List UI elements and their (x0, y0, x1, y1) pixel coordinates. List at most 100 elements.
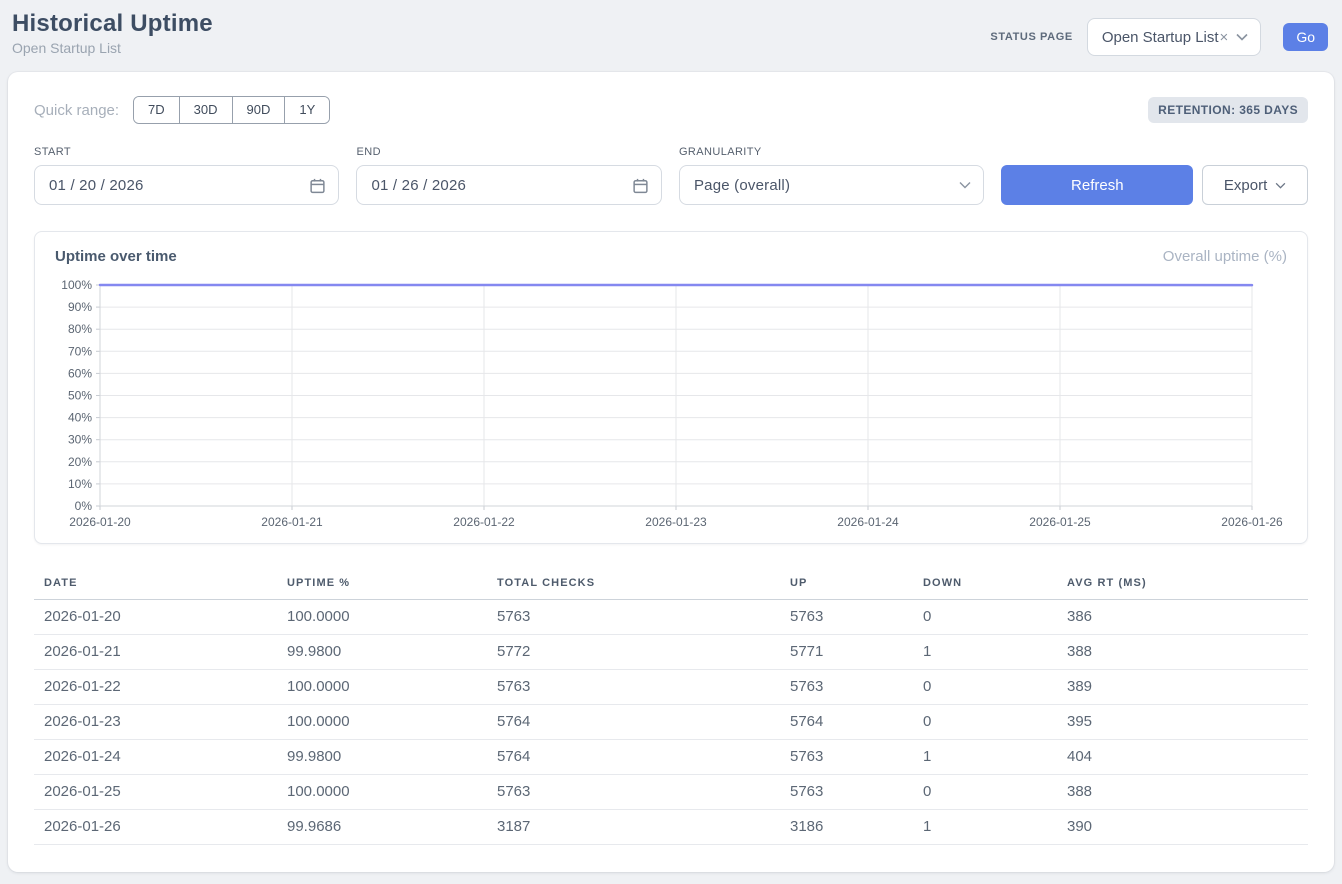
table-cell: 388 (1067, 775, 1308, 810)
quick-range-7d[interactable]: 7D (134, 97, 179, 123)
refresh-button[interactable]: Refresh (1001, 165, 1193, 205)
granularity-select[interactable]: Page (overall) (679, 165, 984, 205)
table-cell: 2026-01-23 (34, 705, 287, 740)
quick-range-row: Quick range: 7D30D90D1Y RETENTION: 365 D… (34, 96, 1308, 124)
table-cell: 2026-01-24 (34, 740, 287, 775)
column-header: DATE (34, 568, 287, 600)
quick-range-30d[interactable]: 30D (179, 97, 232, 123)
svg-text:2026-01-20: 2026-01-20 (69, 515, 131, 529)
chevron-down-icon (1275, 182, 1286, 189)
table-cell: 404 (1067, 740, 1308, 775)
filters-row: START 01 / 20 / 2026 END 01 / 26 / 2026 … (34, 146, 1308, 205)
start-date-input[interactable]: 01 / 20 / 2026 (34, 165, 339, 205)
chevron-down-icon (959, 181, 971, 189)
table-cell: 5764 (790, 705, 923, 740)
table-cell: 388 (1067, 635, 1308, 670)
header-right: STATUS PAGE Open Startup List × Go (990, 18, 1328, 56)
table-row: 2026-01-2499.9800576457631404 (34, 740, 1308, 775)
table-cell: 99.9800 (287, 740, 497, 775)
svg-text:60%: 60% (68, 366, 92, 380)
status-page-select[interactable]: Open Startup List × (1087, 18, 1262, 56)
chart-header: Uptime over time Overall uptime (%) (55, 248, 1287, 265)
main-card: Quick range: 7D30D90D1Y RETENTION: 365 D… (8, 72, 1334, 872)
table-row: 2026-01-20100.0000576357630386 (34, 600, 1308, 635)
table-cell: 100.0000 (287, 775, 497, 810)
uptime-table: DATEUPTIME %TOTAL CHECKSUPDOWNAVG RT (MS… (34, 568, 1308, 845)
table-cell: 5771 (790, 635, 923, 670)
column-header: UP (790, 568, 923, 600)
table-row: 2026-01-23100.0000576457640395 (34, 705, 1308, 740)
svg-text:10%: 10% (68, 477, 92, 491)
quick-range-90d[interactable]: 90D (232, 97, 285, 123)
export-label: Export (1224, 177, 1267, 194)
table-cell: 5763 (790, 600, 923, 635)
chevron-down-icon (1236, 33, 1248, 41)
svg-text:50%: 50% (68, 389, 92, 403)
granularity-label: GRANULARITY (679, 146, 984, 158)
table-cell: 1 (923, 635, 1067, 670)
status-page-label: STATUS PAGE (990, 31, 1072, 43)
table-cell: 1 (923, 810, 1067, 845)
start-date-field: START 01 / 20 / 2026 (34, 146, 339, 205)
svg-text:100%: 100% (61, 278, 92, 292)
title-block: Historical Uptime Open Startup List (12, 10, 213, 56)
chart-title: Uptime over time (55, 248, 177, 265)
column-header: TOTAL CHECKS (497, 568, 790, 600)
table-row: 2026-01-2199.9800577257711388 (34, 635, 1308, 670)
calendar-icon[interactable] (309, 177, 326, 194)
quick-range-left: Quick range: 7D30D90D1Y (34, 96, 330, 124)
end-date-field: END 01 / 26 / 2026 (356, 146, 661, 205)
table-row: 2026-01-22100.0000576357630389 (34, 670, 1308, 705)
column-header: DOWN (923, 568, 1067, 600)
table-header-row: DATEUPTIME %TOTAL CHECKSUPDOWNAVG RT (MS… (34, 568, 1308, 600)
go-button[interactable]: Go (1283, 23, 1328, 51)
status-page-value: Open Startup List (1102, 29, 1219, 46)
table-cell: 1 (923, 740, 1067, 775)
column-header: AVG RT (MS) (1067, 568, 1308, 600)
svg-text:0%: 0% (75, 499, 93, 513)
table-cell: 0 (923, 705, 1067, 740)
table-cell: 5763 (790, 775, 923, 810)
calendar-icon[interactable] (632, 177, 649, 194)
table-cell: 386 (1067, 600, 1308, 635)
svg-text:2026-01-26: 2026-01-26 (1221, 515, 1283, 529)
uptime-chart-svg: 0%10%20%30%40%50%60%70%80%90%100%2026-01… (55, 277, 1287, 531)
table-cell: 390 (1067, 810, 1308, 845)
quick-range-group: 7D30D90D1Y (133, 96, 330, 124)
page-header: Historical Uptime Open Startup List STAT… (0, 0, 1342, 64)
table-row: 2026-01-2699.9686318731861390 (34, 810, 1308, 845)
svg-text:30%: 30% (68, 433, 92, 447)
svg-text:2026-01-23: 2026-01-23 (645, 515, 707, 529)
svg-text:2026-01-24: 2026-01-24 (837, 515, 899, 529)
table-cell: 99.9686 (287, 810, 497, 845)
end-date-value: 01 / 26 / 2026 (371, 177, 466, 194)
uptime-table-head: DATEUPTIME %TOTAL CHECKSUPDOWNAVG RT (MS… (34, 568, 1308, 600)
table-cell: 5772 (497, 635, 790, 670)
clear-icon[interactable]: × (1220, 29, 1229, 46)
table-cell: 2026-01-25 (34, 775, 287, 810)
table-cell: 2026-01-21 (34, 635, 287, 670)
svg-text:2026-01-21: 2026-01-21 (261, 515, 323, 529)
table-cell: 395 (1067, 705, 1308, 740)
table-cell: 0 (923, 670, 1067, 705)
table-cell: 5763 (497, 775, 790, 810)
table-cell: 5764 (497, 740, 790, 775)
svg-text:80%: 80% (68, 322, 92, 336)
end-date-input[interactable]: 01 / 26 / 2026 (356, 165, 661, 205)
table-cell: 5763 (497, 600, 790, 635)
svg-text:2026-01-25: 2026-01-25 (1029, 515, 1091, 529)
table-cell: 5764 (497, 705, 790, 740)
uptime-chart-card: Uptime over time Overall uptime (%) 0% 10… (34, 231, 1308, 544)
svg-text:40%: 40% (68, 411, 92, 425)
table-cell: 0 (923, 775, 1067, 810)
table-cell: 2026-01-20 (34, 600, 287, 635)
table-cell: 2026-01-22 (34, 670, 287, 705)
svg-text:90%: 90% (68, 300, 92, 314)
export-button[interactable]: Export (1202, 165, 1308, 205)
retention-badge: RETENTION: 365 DAYS (1148, 97, 1308, 123)
quick-range-1y[interactable]: 1Y (284, 97, 329, 123)
chart-legend: Overall uptime (%) (1163, 248, 1287, 265)
start-date-value: 01 / 20 / 2026 (49, 177, 144, 194)
table-cell: 5763 (790, 670, 923, 705)
page-title: Historical Uptime (12, 10, 213, 38)
